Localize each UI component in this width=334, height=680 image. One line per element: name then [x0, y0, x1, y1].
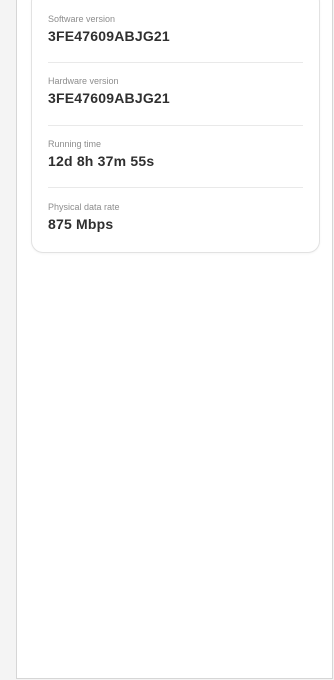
physical-data-rate-value: 875 Mbps	[48, 216, 114, 232]
divider	[48, 125, 303, 126]
software-version-value: 3FE47609ABJG21	[48, 28, 170, 44]
divider	[48, 62, 303, 63]
hardware-version-value: 3FE47609ABJG21	[48, 90, 170, 106]
physical-data-rate-label: Physical data rate	[48, 202, 120, 212]
device-info-card: Software version 3FE47609ABJG21 Hardware…	[31, 0, 320, 253]
device-details-screen: Software version 3FE47609ABJG21 Hardware…	[16, 0, 333, 679]
divider	[48, 187, 303, 188]
hardware-version-label: Hardware version	[48, 76, 119, 86]
running-time-value: 12d 8h 37m 55s	[48, 153, 155, 169]
running-time-label: Running time	[48, 139, 102, 149]
software-version-label: Software version	[48, 14, 116, 24]
